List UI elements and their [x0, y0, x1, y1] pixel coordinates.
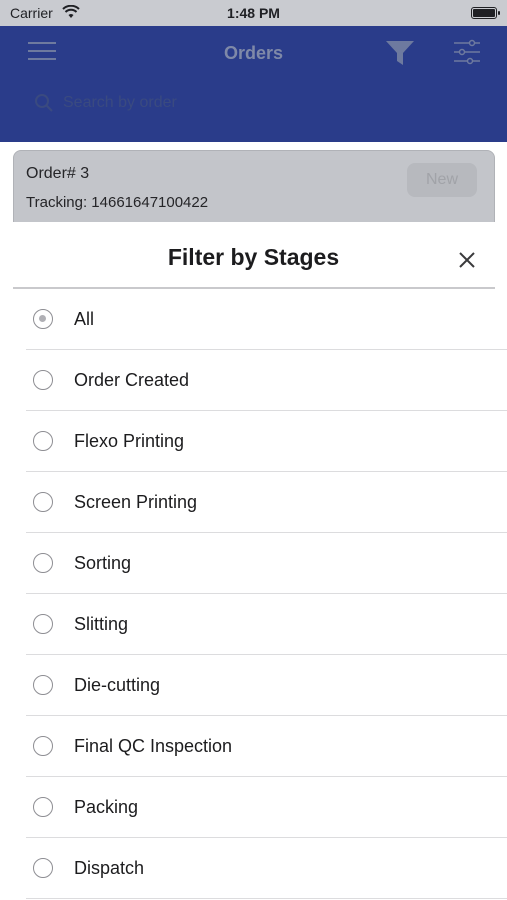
stage-option-all[interactable]: All: [0, 289, 507, 350]
search-placeholder: Search by order: [63, 94, 177, 111]
stage-label: All: [74, 309, 95, 329]
filter-sheet: Filter by Stages All Order Created Flexo…: [0, 222, 507, 900]
radio-icon[interactable]: [33, 492, 53, 512]
radio-icon[interactable]: [33, 675, 53, 695]
stage-option-sorting[interactable]: Sorting: [0, 533, 507, 594]
stage-option-order-created[interactable]: Order Created: [0, 350, 507, 411]
screen: Carrier 1:48 PM Orders Search by order O…: [0, 0, 507, 900]
radio-icon[interactable]: [33, 553, 53, 573]
search-icon: [35, 94, 53, 112]
battery-icon: [471, 7, 500, 19]
stage-label: Packing: [74, 797, 139, 817]
stage-option-slitting[interactable]: Slitting: [0, 594, 507, 655]
tracking-number: Tracking: 14661647100422: [26, 194, 209, 211]
order-number: Order# 3: [26, 165, 90, 182]
stage-label: Dispatch: [74, 858, 145, 878]
page-title: Orders: [223, 43, 284, 63]
stage-option-die-cutting[interactable]: Die-cutting: [0, 655, 507, 716]
sheet-title: Filter by Stages: [167, 244, 340, 270]
radio-icon[interactable]: [33, 614, 53, 634]
clock: 1:48 PM: [227, 5, 280, 21]
radio-icon[interactable]: [33, 736, 53, 756]
stage-label: Slitting: [74, 614, 129, 634]
stage-label: Flexo Printing: [74, 431, 185, 451]
order-card[interactable]: Order# 3 Tracking: 14661647100422 New: [13, 150, 495, 230]
stage-label: Die-cutting: [74, 675, 161, 695]
stage-option-flexo-printing[interactable]: Flexo Printing: [0, 411, 507, 472]
stage-list: All Order Created Flexo Printing Screen …: [0, 289, 507, 899]
stage-label: Sorting: [74, 553, 132, 573]
stage-option-final-qc-inspection[interactable]: Final QC Inspection: [0, 716, 507, 777]
stage-label: Screen Printing: [74, 492, 198, 512]
filter-icon[interactable]: [385, 39, 415, 67]
close-icon[interactable]: [455, 248, 479, 272]
stage-option-screen-printing[interactable]: Screen Printing: [0, 472, 507, 533]
app-header: Orders Search by order: [0, 26, 507, 142]
stage-option-dispatch[interactable]: Dispatch: [0, 838, 507, 899]
search-input[interactable]: Search by order: [30, 90, 330, 116]
radio-icon[interactable]: [33, 797, 53, 817]
radio-icon[interactable]: [33, 431, 53, 451]
stage-label: Final QC Inspection: [74, 736, 233, 756]
status-bar: Carrier 1:48 PM: [0, 0, 507, 26]
radio-icon[interactable]: [33, 309, 53, 329]
radio-icon[interactable]: [33, 370, 53, 390]
radio-icon[interactable]: [33, 858, 53, 878]
stage-option-packing[interactable]: Packing: [0, 777, 507, 838]
stage-label: Order Created: [74, 370, 190, 390]
sliders-icon[interactable]: [452, 39, 482, 65]
status-badge: New: [407, 163, 477, 197]
